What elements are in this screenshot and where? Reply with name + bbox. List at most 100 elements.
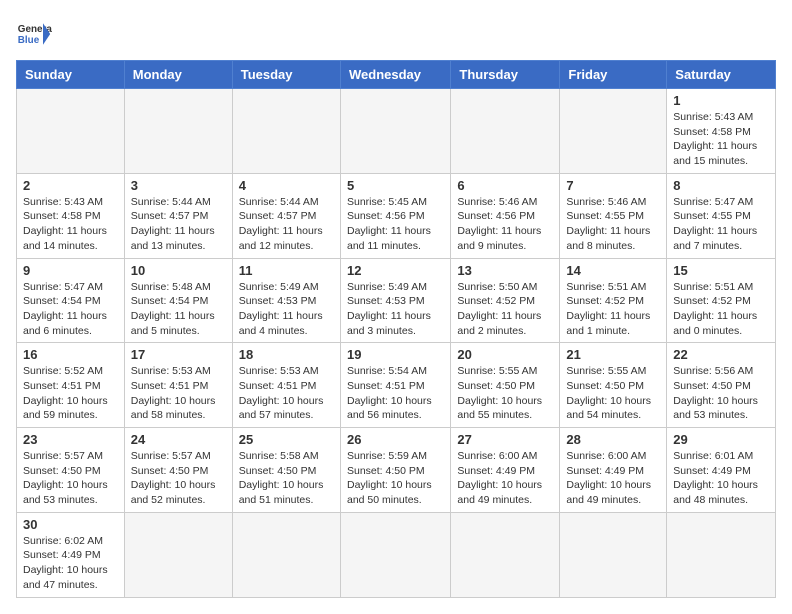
header: General Blue xyxy=(16,16,776,52)
day-number: 7 xyxy=(566,178,660,193)
day-cell: 1 Sunrise: 5:43 AM Sunset: 4:58 PM Daylig… xyxy=(667,89,776,174)
day-number: 25 xyxy=(239,432,334,447)
week-row-2: 2 Sunrise: 5:43 AM Sunset: 4:58 PM Daylig… xyxy=(17,173,776,258)
day-cell xyxy=(124,512,232,597)
day-cell: 19Sunrise: 5:54 AM Sunset: 4:51 PM Dayli… xyxy=(340,343,450,428)
day-cell: 20 Sunrise: 5:55 AM Sunset: 4:50 PM Dayli… xyxy=(451,343,560,428)
day-cell: 26 Sunrise: 5:59 AM Sunset: 4:50 PM Dayli… xyxy=(340,428,450,513)
logo: General Blue xyxy=(16,16,52,52)
day-info: Sunrise: 5:57 AM Sunset: 4:50 PM Dayligh… xyxy=(131,449,226,508)
day-cell xyxy=(667,512,776,597)
week-row-6: 30Sunrise: 6:02 AM Sunset: 4:49 PM Dayli… xyxy=(17,512,776,597)
day-number: 8 xyxy=(673,178,769,193)
day-number: 4 xyxy=(239,178,334,193)
weekday-header-row: SundayMondayTuesdayWednesdayThursdayFrid… xyxy=(17,61,776,89)
day-info: Sunrise: 5:46 AM Sunset: 4:56 PM Dayligh… xyxy=(457,195,553,254)
day-info: Sunrise: 5:43 AM Sunset: 4:58 PM Dayligh… xyxy=(23,195,118,254)
day-info: Sunrise: 5:52 AM Sunset: 4:51 PM Dayligh… xyxy=(23,364,118,423)
day-cell: 13Sunrise: 5:50 AM Sunset: 4:52 PM Dayli… xyxy=(451,258,560,343)
day-cell xyxy=(451,89,560,174)
day-cell: 16 Sunrise: 5:52 AM Sunset: 4:51 PM Dayli… xyxy=(17,343,125,428)
day-number: 13 xyxy=(457,263,553,278)
day-cell: 12Sunrise: 5:49 AM Sunset: 4:53 PM Dayli… xyxy=(340,258,450,343)
day-cell xyxy=(340,89,450,174)
day-info: Sunrise: 5:56 AM Sunset: 4:50 PM Dayligh… xyxy=(673,364,769,423)
weekday-header-sunday: Sunday xyxy=(17,61,125,89)
day-number: 15 xyxy=(673,263,769,278)
day-number: 9 xyxy=(23,263,118,278)
day-cell: 11 Sunrise: 5:49 AM Sunset: 4:53 PM Dayli… xyxy=(232,258,340,343)
day-cell xyxy=(17,89,125,174)
day-info: Sunrise: 5:43 AM Sunset: 4:58 PM Dayligh… xyxy=(673,110,769,169)
day-info: Sunrise: 5:51 AM Sunset: 4:52 PM Dayligh… xyxy=(673,280,769,339)
day-cell: 29 Sunrise: 6:01 AM Sunset: 4:49 PM Dayli… xyxy=(667,428,776,513)
day-cell: 9Sunrise: 5:47 AM Sunset: 4:54 PM Daylig… xyxy=(17,258,125,343)
day-cell: 2 Sunrise: 5:43 AM Sunset: 4:58 PM Daylig… xyxy=(17,173,125,258)
day-info: Sunrise: 5:57 AM Sunset: 4:50 PM Dayligh… xyxy=(23,449,118,508)
weekday-header-tuesday: Tuesday xyxy=(232,61,340,89)
day-cell: 4 Sunrise: 5:44 AM Sunset: 4:57 PM Daylig… xyxy=(232,173,340,258)
day-cell xyxy=(560,512,667,597)
day-number: 24 xyxy=(131,432,226,447)
day-cell: 18Sunrise: 5:53 AM Sunset: 4:51 PM Dayli… xyxy=(232,343,340,428)
day-number: 1 xyxy=(673,93,769,108)
day-info: Sunrise: 6:01 AM Sunset: 4:49 PM Dayligh… xyxy=(673,449,769,508)
day-cell: 27 Sunrise: 6:00 AM Sunset: 4:49 PM Dayli… xyxy=(451,428,560,513)
day-cell: 10 Sunrise: 5:48 AM Sunset: 4:54 PM Dayli… xyxy=(124,258,232,343)
day-cell: 8 Sunrise: 5:47 AM Sunset: 4:55 PM Daylig… xyxy=(667,173,776,258)
day-cell: 17 Sunrise: 5:53 AM Sunset: 4:51 PM Dayli… xyxy=(124,343,232,428)
day-cell: 6 Sunrise: 5:46 AM Sunset: 4:56 PM Daylig… xyxy=(451,173,560,258)
day-cell: 7 Sunrise: 5:46 AM Sunset: 4:55 PM Daylig… xyxy=(560,173,667,258)
day-number: 27 xyxy=(457,432,553,447)
day-info: Sunrise: 5:59 AM Sunset: 4:50 PM Dayligh… xyxy=(347,449,444,508)
week-row-5: 23Sunrise: 5:57 AM Sunset: 4:50 PM Dayli… xyxy=(17,428,776,513)
day-number: 26 xyxy=(347,432,444,447)
day-number: 30 xyxy=(23,517,118,532)
day-number: 20 xyxy=(457,347,553,362)
day-info: Sunrise: 5:44 AM Sunset: 4:57 PM Dayligh… xyxy=(239,195,334,254)
day-cell: 24 Sunrise: 5:57 AM Sunset: 4:50 PM Dayli… xyxy=(124,428,232,513)
day-info: Sunrise: 5:49 AM Sunset: 4:53 PM Dayligh… xyxy=(239,280,334,339)
day-cell: 30Sunrise: 6:02 AM Sunset: 4:49 PM Dayli… xyxy=(17,512,125,597)
day-number: 3 xyxy=(131,178,226,193)
day-cell: 23Sunrise: 5:57 AM Sunset: 4:50 PM Dayli… xyxy=(17,428,125,513)
day-cell: 21 Sunrise: 5:55 AM Sunset: 4:50 PM Dayli… xyxy=(560,343,667,428)
weekday-header-thursday: Thursday xyxy=(451,61,560,89)
day-number: 5 xyxy=(347,178,444,193)
day-number: 17 xyxy=(131,347,226,362)
day-number: 19 xyxy=(347,347,444,362)
day-info: Sunrise: 5:53 AM Sunset: 4:51 PM Dayligh… xyxy=(131,364,226,423)
day-cell: 14Sunrise: 5:51 AM Sunset: 4:52 PM Dayli… xyxy=(560,258,667,343)
day-info: Sunrise: 5:48 AM Sunset: 4:54 PM Dayligh… xyxy=(131,280,226,339)
day-info: Sunrise: 5:47 AM Sunset: 4:55 PM Dayligh… xyxy=(673,195,769,254)
day-info: Sunrise: 5:53 AM Sunset: 4:51 PM Dayligh… xyxy=(239,364,334,423)
day-number: 10 xyxy=(131,263,226,278)
day-info: Sunrise: 5:44 AM Sunset: 4:57 PM Dayligh… xyxy=(131,195,226,254)
day-info: Sunrise: 6:00 AM Sunset: 4:49 PM Dayligh… xyxy=(457,449,553,508)
day-number: 29 xyxy=(673,432,769,447)
day-number: 6 xyxy=(457,178,553,193)
day-number: 2 xyxy=(23,178,118,193)
day-info: Sunrise: 5:51 AM Sunset: 4:52 PM Dayligh… xyxy=(566,280,660,339)
day-info: Sunrise: 5:46 AM Sunset: 4:55 PM Dayligh… xyxy=(566,195,660,254)
day-info: Sunrise: 5:55 AM Sunset: 4:50 PM Dayligh… xyxy=(566,364,660,423)
week-row-1: 1 Sunrise: 5:43 AM Sunset: 4:58 PM Daylig… xyxy=(17,89,776,174)
day-info: Sunrise: 5:45 AM Sunset: 4:56 PM Dayligh… xyxy=(347,195,444,254)
day-info: Sunrise: 6:00 AM Sunset: 4:49 PM Dayligh… xyxy=(566,449,660,508)
day-number: 11 xyxy=(239,263,334,278)
weekday-header-wednesday: Wednesday xyxy=(340,61,450,89)
svg-text:Blue: Blue xyxy=(18,35,40,46)
day-cell xyxy=(340,512,450,597)
day-number: 21 xyxy=(566,347,660,362)
day-number: 28 xyxy=(566,432,660,447)
day-info: Sunrise: 5:55 AM Sunset: 4:50 PM Dayligh… xyxy=(457,364,553,423)
week-row-4: 16 Sunrise: 5:52 AM Sunset: 4:51 PM Dayli… xyxy=(17,343,776,428)
day-cell xyxy=(560,89,667,174)
day-number: 16 xyxy=(23,347,118,362)
day-cell: 15 Sunrise: 5:51 AM Sunset: 4:52 PM Dayli… xyxy=(667,258,776,343)
day-cell xyxy=(451,512,560,597)
generalblue-logo-icon: General Blue xyxy=(16,16,52,52)
weekday-header-saturday: Saturday xyxy=(667,61,776,89)
day-info: Sunrise: 5:49 AM Sunset: 4:53 PM Dayligh… xyxy=(347,280,444,339)
day-cell: 5 Sunrise: 5:45 AM Sunset: 4:56 PM Daylig… xyxy=(340,173,450,258)
